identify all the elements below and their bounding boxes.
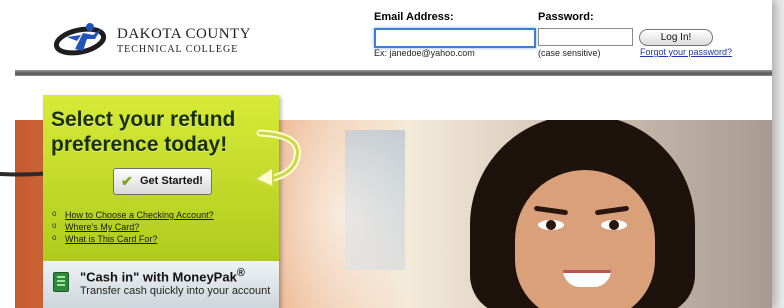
list-item: How to Choose a Checking Account? bbox=[51, 208, 214, 221]
curl-arrow-icon bbox=[252, 129, 301, 189]
login-button[interactable]: Log In! bbox=[639, 29, 713, 46]
help-links: How to Choose a Checking Account? Where'… bbox=[51, 208, 214, 245]
woman-face bbox=[515, 170, 655, 308]
email-hint: Ex: janedoe@yahoo.com bbox=[374, 48, 475, 58]
moneypak-card-icon bbox=[53, 272, 69, 292]
list-item: What is This Card For? bbox=[51, 232, 214, 245]
college-logo-icon bbox=[53, 23, 107, 56]
pupil bbox=[546, 220, 556, 230]
promo-headline: Select your refund preference today! bbox=[51, 108, 236, 156]
college-logo[interactable]: DAKOTA COUNTY TECHNICAL COLLEGE bbox=[53, 19, 253, 63]
moneypak-banner[interactable]: "Cash in" with MoneyPak® Transfer cash q… bbox=[43, 261, 279, 308]
page-frame: DAKOTA COUNTY TECHNICAL COLLEGE Email Ad… bbox=[0, 0, 772, 308]
logo-college-subtitle: TECHNICAL COLLEGE bbox=[117, 44, 239, 55]
link-what-is-card-for[interactable]: What is This Card For? bbox=[65, 234, 157, 244]
checkmark-icon: ✔ bbox=[121, 173, 133, 189]
header-divider bbox=[15, 70, 772, 76]
email-label: Email Address: bbox=[374, 11, 454, 23]
get-started-label: Get Started! bbox=[140, 175, 203, 187]
get-started-button[interactable]: ✔ Get Started! bbox=[113, 168, 212, 195]
logo-college-name: DAKOTA COUNTY bbox=[117, 26, 252, 42]
link-wheres-my-card[interactable]: Where's My Card? bbox=[65, 222, 139, 232]
forgot-password-link[interactable]: Forgot your password? bbox=[640, 47, 732, 57]
password-field[interactable] bbox=[538, 28, 633, 46]
moneypak-title: "Cash in" with MoneyPak® bbox=[80, 267, 245, 285]
refund-promo-panel: Select your refund preference today! ✔ G… bbox=[43, 95, 279, 308]
link-choose-checking[interactable]: How to Choose a Checking Account? bbox=[65, 210, 214, 220]
password-hint: (case sensitive) bbox=[538, 48, 601, 58]
list-item: Where's My Card? bbox=[51, 220, 214, 233]
moneypak-subtitle: Transfer cash quickly into your account bbox=[80, 285, 271, 297]
email-field[interactable] bbox=[374, 28, 536, 48]
registered-mark: ® bbox=[236, 267, 245, 279]
password-label: Password: bbox=[538, 11, 594, 23]
pupil bbox=[609, 220, 619, 230]
